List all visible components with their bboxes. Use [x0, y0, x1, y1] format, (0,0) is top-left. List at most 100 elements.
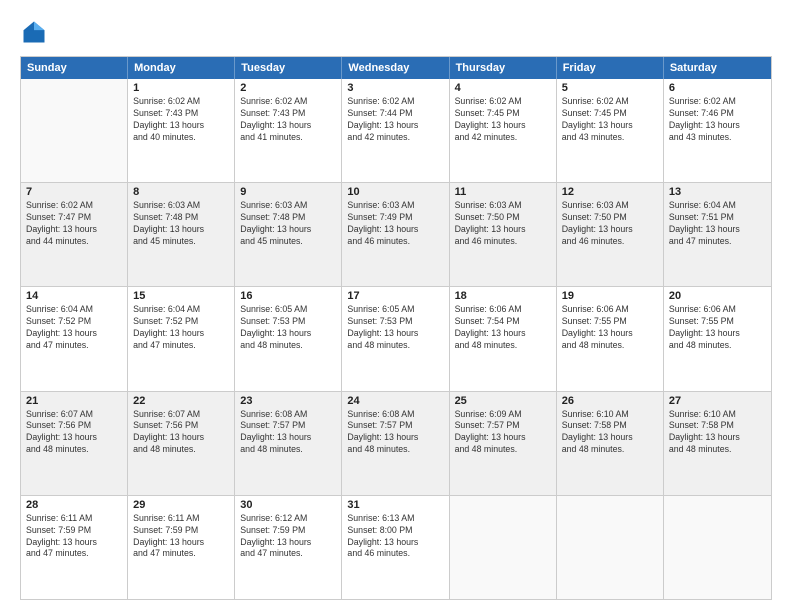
cell-line: and 42 minutes. [455, 132, 551, 144]
day-number: 27 [669, 395, 766, 407]
cell-line: Daylight: 13 hours [347, 120, 443, 132]
cell-line: Daylight: 13 hours [240, 224, 336, 236]
cell-line: Daylight: 13 hours [133, 328, 229, 340]
day-number: 18 [455, 290, 551, 302]
day-number: 31 [347, 499, 443, 511]
header-day-tuesday: Tuesday [235, 57, 342, 79]
cell-line: and 46 minutes. [347, 236, 443, 248]
cell-line: Daylight: 13 hours [669, 328, 766, 340]
cell-line: Sunrise: 6:02 AM [669, 96, 766, 108]
cell-line: Sunset: 7:49 PM [347, 212, 443, 224]
day-number: 26 [562, 395, 658, 407]
cell-line: and 48 minutes. [240, 340, 336, 352]
cell-line: Daylight: 13 hours [133, 432, 229, 444]
cell-line: Daylight: 13 hours [562, 432, 658, 444]
cal-cell-13: 13Sunrise: 6:04 AMSunset: 7:51 PMDayligh… [664, 183, 771, 286]
cal-cell-17: 17Sunrise: 6:05 AMSunset: 7:53 PMDayligh… [342, 287, 449, 390]
cell-line: Sunset: 7:51 PM [669, 212, 766, 224]
day-number: 16 [240, 290, 336, 302]
cell-line: Sunset: 7:47 PM [26, 212, 122, 224]
cal-cell-27: 27Sunrise: 6:10 AMSunset: 7:58 PMDayligh… [664, 392, 771, 495]
cal-cell-7: 7 Sunrise: 6:02 AMSunset: 7:47 PMDaylight… [21, 183, 128, 286]
day-number: 7 [26, 186, 122, 198]
header-day-sunday: Sunday [21, 57, 128, 79]
cell-line: Sunset: 7:45 PM [455, 108, 551, 120]
cell-line: and 48 minutes. [240, 444, 336, 456]
cell-line: Daylight: 13 hours [669, 432, 766, 444]
cell-line: Daylight: 13 hours [562, 328, 658, 340]
cell-line: Sunrise: 6:03 AM [562, 200, 658, 212]
day-number: 6 [669, 82, 766, 94]
cell-line: Sunrise: 6:02 AM [240, 96, 336, 108]
cell-line: Sunrise: 6:07 AM [133, 409, 229, 421]
cell-line: Daylight: 13 hours [455, 328, 551, 340]
cal-cell-30: 30Sunrise: 6:12 AMSunset: 7:59 PMDayligh… [235, 496, 342, 599]
cell-line: Daylight: 13 hours [26, 224, 122, 236]
cal-cell-5: 5Sunrise: 6:02 AMSunset: 7:45 PMDaylight… [557, 79, 664, 182]
cell-line: Sunset: 7:46 PM [669, 108, 766, 120]
cell-line: and 48 minutes. [455, 340, 551, 352]
cell-line: and 47 minutes. [133, 548, 229, 560]
cell-line: Sunrise: 6:02 AM [26, 200, 122, 212]
day-number: 30 [240, 499, 336, 511]
cell-line: Daylight: 13 hours [455, 224, 551, 236]
cal-cell-21: 21Sunrise: 6:07 AMSunset: 7:56 PMDayligh… [21, 392, 128, 495]
cell-line: and 45 minutes. [133, 236, 229, 248]
cell-line: Sunset: 7:44 PM [347, 108, 443, 120]
logo [20, 18, 52, 46]
cal-cell-empty-4-4 [450, 496, 557, 599]
cell-line: Sunset: 7:52 PM [26, 316, 122, 328]
cal-cell-28: 28Sunrise: 6:11 AMSunset: 7:59 PMDayligh… [21, 496, 128, 599]
day-number: 11 [455, 186, 551, 198]
cell-line: and 48 minutes. [133, 444, 229, 456]
cal-cell-10: 10Sunrise: 6:03 AMSunset: 7:49 PMDayligh… [342, 183, 449, 286]
cal-cell-18: 18Sunrise: 6:06 AMSunset: 7:54 PMDayligh… [450, 287, 557, 390]
cell-line: Sunset: 7:59 PM [26, 525, 122, 537]
day-number: 17 [347, 290, 443, 302]
cell-line: Sunset: 7:50 PM [562, 212, 658, 224]
cell-line: Sunrise: 6:02 AM [133, 96, 229, 108]
day-number: 19 [562, 290, 658, 302]
cell-line: Sunrise: 6:06 AM [669, 304, 766, 316]
day-number: 25 [455, 395, 551, 407]
day-number: 8 [133, 186, 229, 198]
cell-line: Sunrise: 6:08 AM [347, 409, 443, 421]
cell-line: and 48 minutes. [26, 444, 122, 456]
cell-line: Daylight: 13 hours [26, 432, 122, 444]
cell-line: Sunset: 7:52 PM [133, 316, 229, 328]
cell-line: and 43 minutes. [562, 132, 658, 144]
day-number: 13 [669, 186, 766, 198]
header-day-thursday: Thursday [450, 57, 557, 79]
cal-cell-24: 24Sunrise: 6:08 AMSunset: 7:57 PMDayligh… [342, 392, 449, 495]
cell-line: and 47 minutes. [26, 548, 122, 560]
cal-cell-14: 14Sunrise: 6:04 AMSunset: 7:52 PMDayligh… [21, 287, 128, 390]
cal-cell-25: 25Sunrise: 6:09 AMSunset: 7:57 PMDayligh… [450, 392, 557, 495]
cell-line: Sunset: 7:50 PM [455, 212, 551, 224]
cell-line: Daylight: 13 hours [455, 432, 551, 444]
cell-line: and 48 minutes. [562, 340, 658, 352]
cell-line: Sunset: 7:59 PM [240, 525, 336, 537]
cal-cell-12: 12Sunrise: 6:03 AMSunset: 7:50 PMDayligh… [557, 183, 664, 286]
cal-cell-16: 16Sunrise: 6:05 AMSunset: 7:53 PMDayligh… [235, 287, 342, 390]
cell-line: Daylight: 13 hours [562, 120, 658, 132]
cell-line: Sunset: 7:43 PM [133, 108, 229, 120]
day-number: 20 [669, 290, 766, 302]
cell-line: and 46 minutes. [347, 548, 443, 560]
cell-line: Sunrise: 6:06 AM [455, 304, 551, 316]
cell-line: and 48 minutes. [562, 444, 658, 456]
cell-line: Sunrise: 6:13 AM [347, 513, 443, 525]
cell-line: Daylight: 13 hours [455, 120, 551, 132]
cell-line: and 40 minutes. [133, 132, 229, 144]
day-number: 15 [133, 290, 229, 302]
cal-cell-empty-4-6 [664, 496, 771, 599]
cell-line: Sunrise: 6:03 AM [133, 200, 229, 212]
calendar-row-1: 7Sunrise: 6:02 AMSunset: 7:47 PMDaylight… [21, 183, 771, 287]
cell-line: Sunrise: 6:08 AM [240, 409, 336, 421]
cell-line: Daylight: 13 hours [240, 537, 336, 549]
day-number: 5 [562, 82, 658, 94]
cal-cell-1: 1Sunrise: 6:02 AMSunset: 7:43 PMDaylight… [128, 79, 235, 182]
cell-line: Sunset: 7:58 PM [669, 420, 766, 432]
cell-line: and 48 minutes. [347, 340, 443, 352]
cell-line: Daylight: 13 hours [562, 224, 658, 236]
cell-line: Sunset: 7:48 PM [240, 212, 336, 224]
